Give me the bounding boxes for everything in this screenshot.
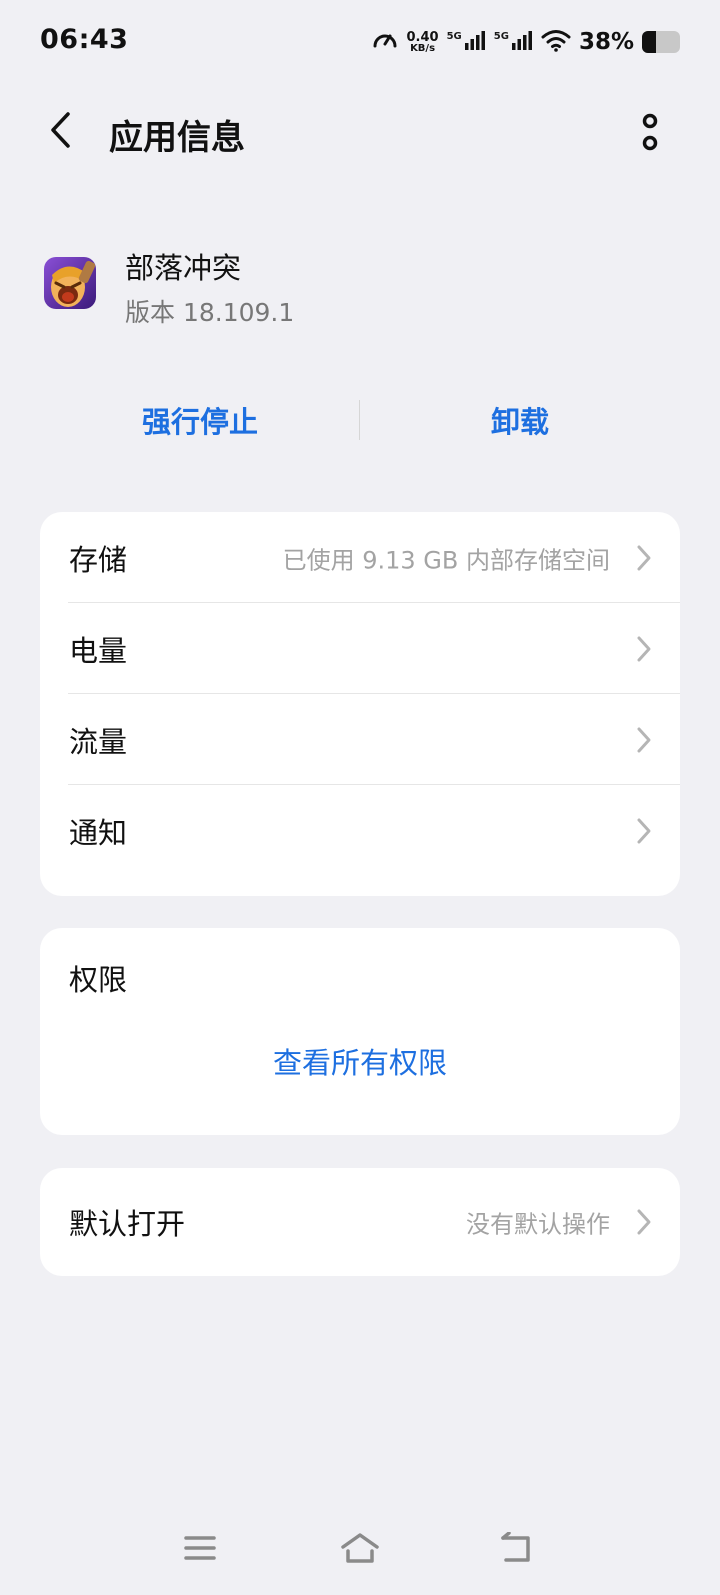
permissions-card: 权限 查看所有权限 — [40, 928, 680, 1135]
row-label: 流量 — [69, 724, 128, 759]
home-icon — [340, 1532, 380, 1568]
row-label: 电量 — [69, 633, 128, 668]
sim2-tag: 5G — [493, 31, 509, 42]
row-label: 通知 — [69, 815, 128, 850]
chevron-right-icon — [636, 544, 652, 572]
sim2-signal: 5G — [494, 29, 533, 55]
sim1-tag: 5G — [446, 31, 462, 42]
signal-icon — [464, 29, 486, 55]
view-all-permissions-link[interactable]: 查看所有权限 — [40, 1040, 680, 1082]
app-version: 版本 18.109.1 — [125, 298, 295, 327]
permissions-title: 权限 — [69, 963, 128, 997]
app-icon — [44, 257, 96, 309]
net-speed-value: 0.40 — [406, 29, 439, 45]
back-button[interactable] — [40, 108, 80, 156]
row-value: 已使用 9.13 GB 内部存储空间 — [282, 546, 610, 574]
battery-level-fill — [642, 31, 657, 53]
recents-button[interactable] — [176, 1530, 224, 1570]
navigation-bar — [0, 1530, 720, 1570]
uninstall-button[interactable]: 卸载 — [360, 380, 680, 460]
row-label: 存储 — [69, 542, 128, 577]
row-label: 默认打开 — [69, 1206, 186, 1241]
signal-icon — [511, 29, 533, 55]
sim1-signal: 5G — [447, 29, 486, 55]
settings-row-battery[interactable]: 电量 — [40, 603, 680, 694]
menu-icon — [183, 1534, 217, 1566]
default-open-card: 默认打开 没有默认操作 — [40, 1168, 680, 1276]
app-name: 部落冲突 — [125, 251, 242, 285]
battery-percent: 38% — [578, 29, 634, 55]
settings-row-storage[interactable]: 存储 已使用 9.13 GB 内部存储空间 — [40, 512, 680, 603]
settings-row-notifications[interactable]: 通知 — [40, 785, 680, 876]
settings-card: 存储 已使用 9.13 GB 内部存储空间 电量 流量 通知 — [40, 512, 680, 896]
chevron-left-icon — [48, 111, 72, 153]
more-options-button[interactable] — [620, 108, 680, 160]
net-speed: 0.40 KB/s — [407, 31, 439, 54]
chevron-right-icon — [636, 817, 652, 845]
net-speed-unit: KB/s — [410, 42, 436, 54]
status-icons: 0.40 KB/s 5G 5G 38% — [371, 24, 680, 60]
page-title: 应用信息 — [109, 118, 245, 158]
more-vertical-icon — [640, 112, 660, 156]
chevron-right-icon — [636, 635, 652, 663]
speedometer-icon — [371, 26, 399, 58]
wifi-icon — [541, 28, 571, 56]
back-icon — [498, 1531, 534, 1568]
row-value: 没有默认操作 — [466, 1210, 610, 1238]
home-button[interactable] — [336, 1530, 384, 1570]
battery-icon — [642, 31, 680, 53]
force-stop-button[interactable]: 强行停止 — [40, 380, 360, 460]
settings-row-data-usage[interactable]: 流量 — [40, 694, 680, 785]
app-actions: 强行停止 卸载 — [40, 380, 680, 460]
status-bar: 06:43 0.40 KB/s 5G 5G 38% — [0, 0, 720, 88]
chevron-right-icon — [636, 726, 652, 754]
settings-row-default-open[interactable]: 默认打开 没有默认操作 — [40, 1176, 680, 1267]
status-time: 06:43 — [40, 24, 129, 55]
app-bar: 应用信息 — [0, 96, 720, 168]
chevron-right-icon — [636, 1208, 652, 1236]
back-nav-button[interactable] — [492, 1530, 540, 1570]
